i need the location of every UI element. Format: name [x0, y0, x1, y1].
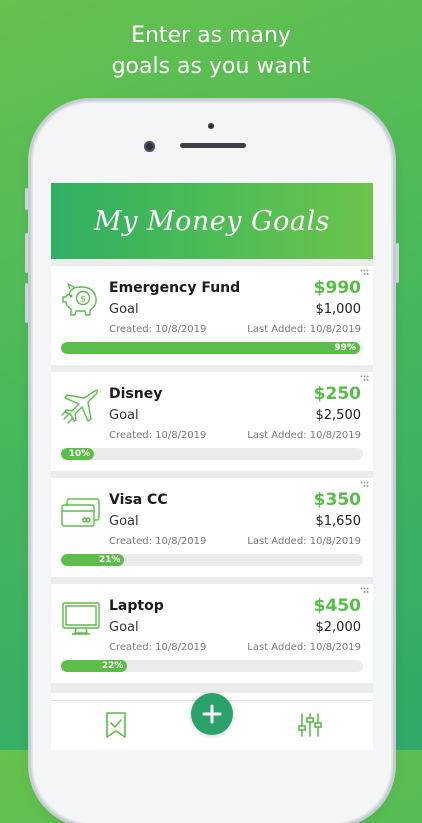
phone-volume-down-button: [25, 283, 28, 323]
goal-amount: $2,500: [315, 408, 362, 423]
goal-card-disney[interactable]: Disney Goal Created: 10/8/2019 $250 $2,5…: [51, 372, 373, 471]
progress-bar: 99%: [61, 342, 363, 354]
last-added-date: Last Added: 10/8/2019: [247, 642, 361, 653]
airplane-icon: [61, 389, 98, 424]
goal-name: Disney: [109, 386, 163, 402]
computer-monitor-icon: [62, 602, 100, 635]
progress-percent: 22%: [101, 661, 124, 671]
saved-amount: $250: [313, 384, 361, 404]
created-date: Created: 10/8/2019: [109, 536, 207, 547]
progress-percent: 21%: [98, 555, 121, 565]
phone-speaker: [180, 143, 246, 148]
created-date: Created: 10/8/2019: [109, 324, 207, 335]
goal-label: Goal: [109, 620, 139, 635]
saved-amount: $450: [313, 596, 361, 616]
goal-name: Laptop: [109, 598, 164, 614]
drag-handle-icon[interactable]: [360, 269, 369, 276]
goal-card-emergency-fund[interactable]: $ Emergency Fund Goal Created: 10/8/2019…: [51, 266, 373, 365]
last-added-date: Last Added: 10/8/2019: [247, 430, 361, 441]
drag-handle-icon[interactable]: [360, 481, 369, 488]
saved-amount: $990: [313, 278, 361, 298]
credit-card-icon: [61, 498, 100, 527]
goal-card-visa-cc[interactable]: Visa CC Goal Created: 10/8/2019 $350 $1,…: [51, 478, 373, 577]
plus-icon: [202, 704, 222, 724]
headline-line-2: goals as you want: [111, 54, 311, 79]
progress-bar: 22%: [61, 660, 363, 672]
progress-fill: 99%: [61, 342, 360, 354]
goal-card-laptop[interactable]: Laptop Goal Created: 10/8/2019 $450 $2,0…: [51, 584, 373, 683]
progress-bar: 10%: [61, 448, 363, 460]
goal-name: Visa CC: [109, 492, 168, 508]
add-goal-button[interactable]: [191, 693, 233, 735]
marketing-headline: Enter as many goals as you want: [0, 20, 422, 82]
drag-handle-icon[interactable]: [360, 375, 369, 382]
piggy-bank-icon: $: [62, 283, 97, 316]
headline-line-1: Enter as many: [131, 23, 291, 48]
phone-camera: [144, 141, 155, 152]
saved-amount: $350: [313, 490, 361, 510]
phone-sensor: [208, 123, 214, 129]
progress-fill: 22%: [61, 660, 128, 672]
phone-power-button: [396, 243, 399, 283]
goal-label: Goal: [109, 514, 139, 529]
goal-label: Goal: [109, 302, 139, 317]
app-title: My Money Goals: [94, 205, 330, 237]
last-added-date: Last Added: 10/8/2019: [247, 324, 361, 335]
tab-bar: [51, 693, 373, 750]
created-date: Created: 10/8/2019: [109, 642, 207, 653]
created-date: Created: 10/8/2019: [109, 430, 207, 441]
goal-amount: $1,000: [315, 302, 362, 317]
app-header: My Money Goals: [51, 183, 373, 259]
app-screen: My Money Goals $ Emergency Fund Goal Cre…: [51, 183, 373, 750]
progress-fill: 21%: [61, 554, 125, 566]
goal-label: Goal: [109, 408, 139, 423]
last-added-date: Last Added: 10/8/2019: [247, 536, 361, 547]
bookmark-check-icon[interactable]: [103, 711, 129, 739]
svg-text:$: $: [80, 295, 86, 305]
phone-volume-up-button: [25, 233, 28, 273]
drag-handle-icon[interactable]: [360, 587, 369, 594]
progress-percent: 99%: [334, 343, 356, 353]
progress-percent: 10%: [68, 449, 91, 459]
progress-fill: 10%: [61, 448, 95, 460]
goal-amount: $2,000: [315, 620, 362, 635]
phone-side-button: [25, 188, 28, 210]
goal-amount: $1,650: [315, 514, 362, 529]
progress-bar: 21%: [61, 554, 363, 566]
sliders-icon[interactable]: [297, 711, 323, 739]
goal-name: Emergency Fund: [109, 280, 241, 296]
